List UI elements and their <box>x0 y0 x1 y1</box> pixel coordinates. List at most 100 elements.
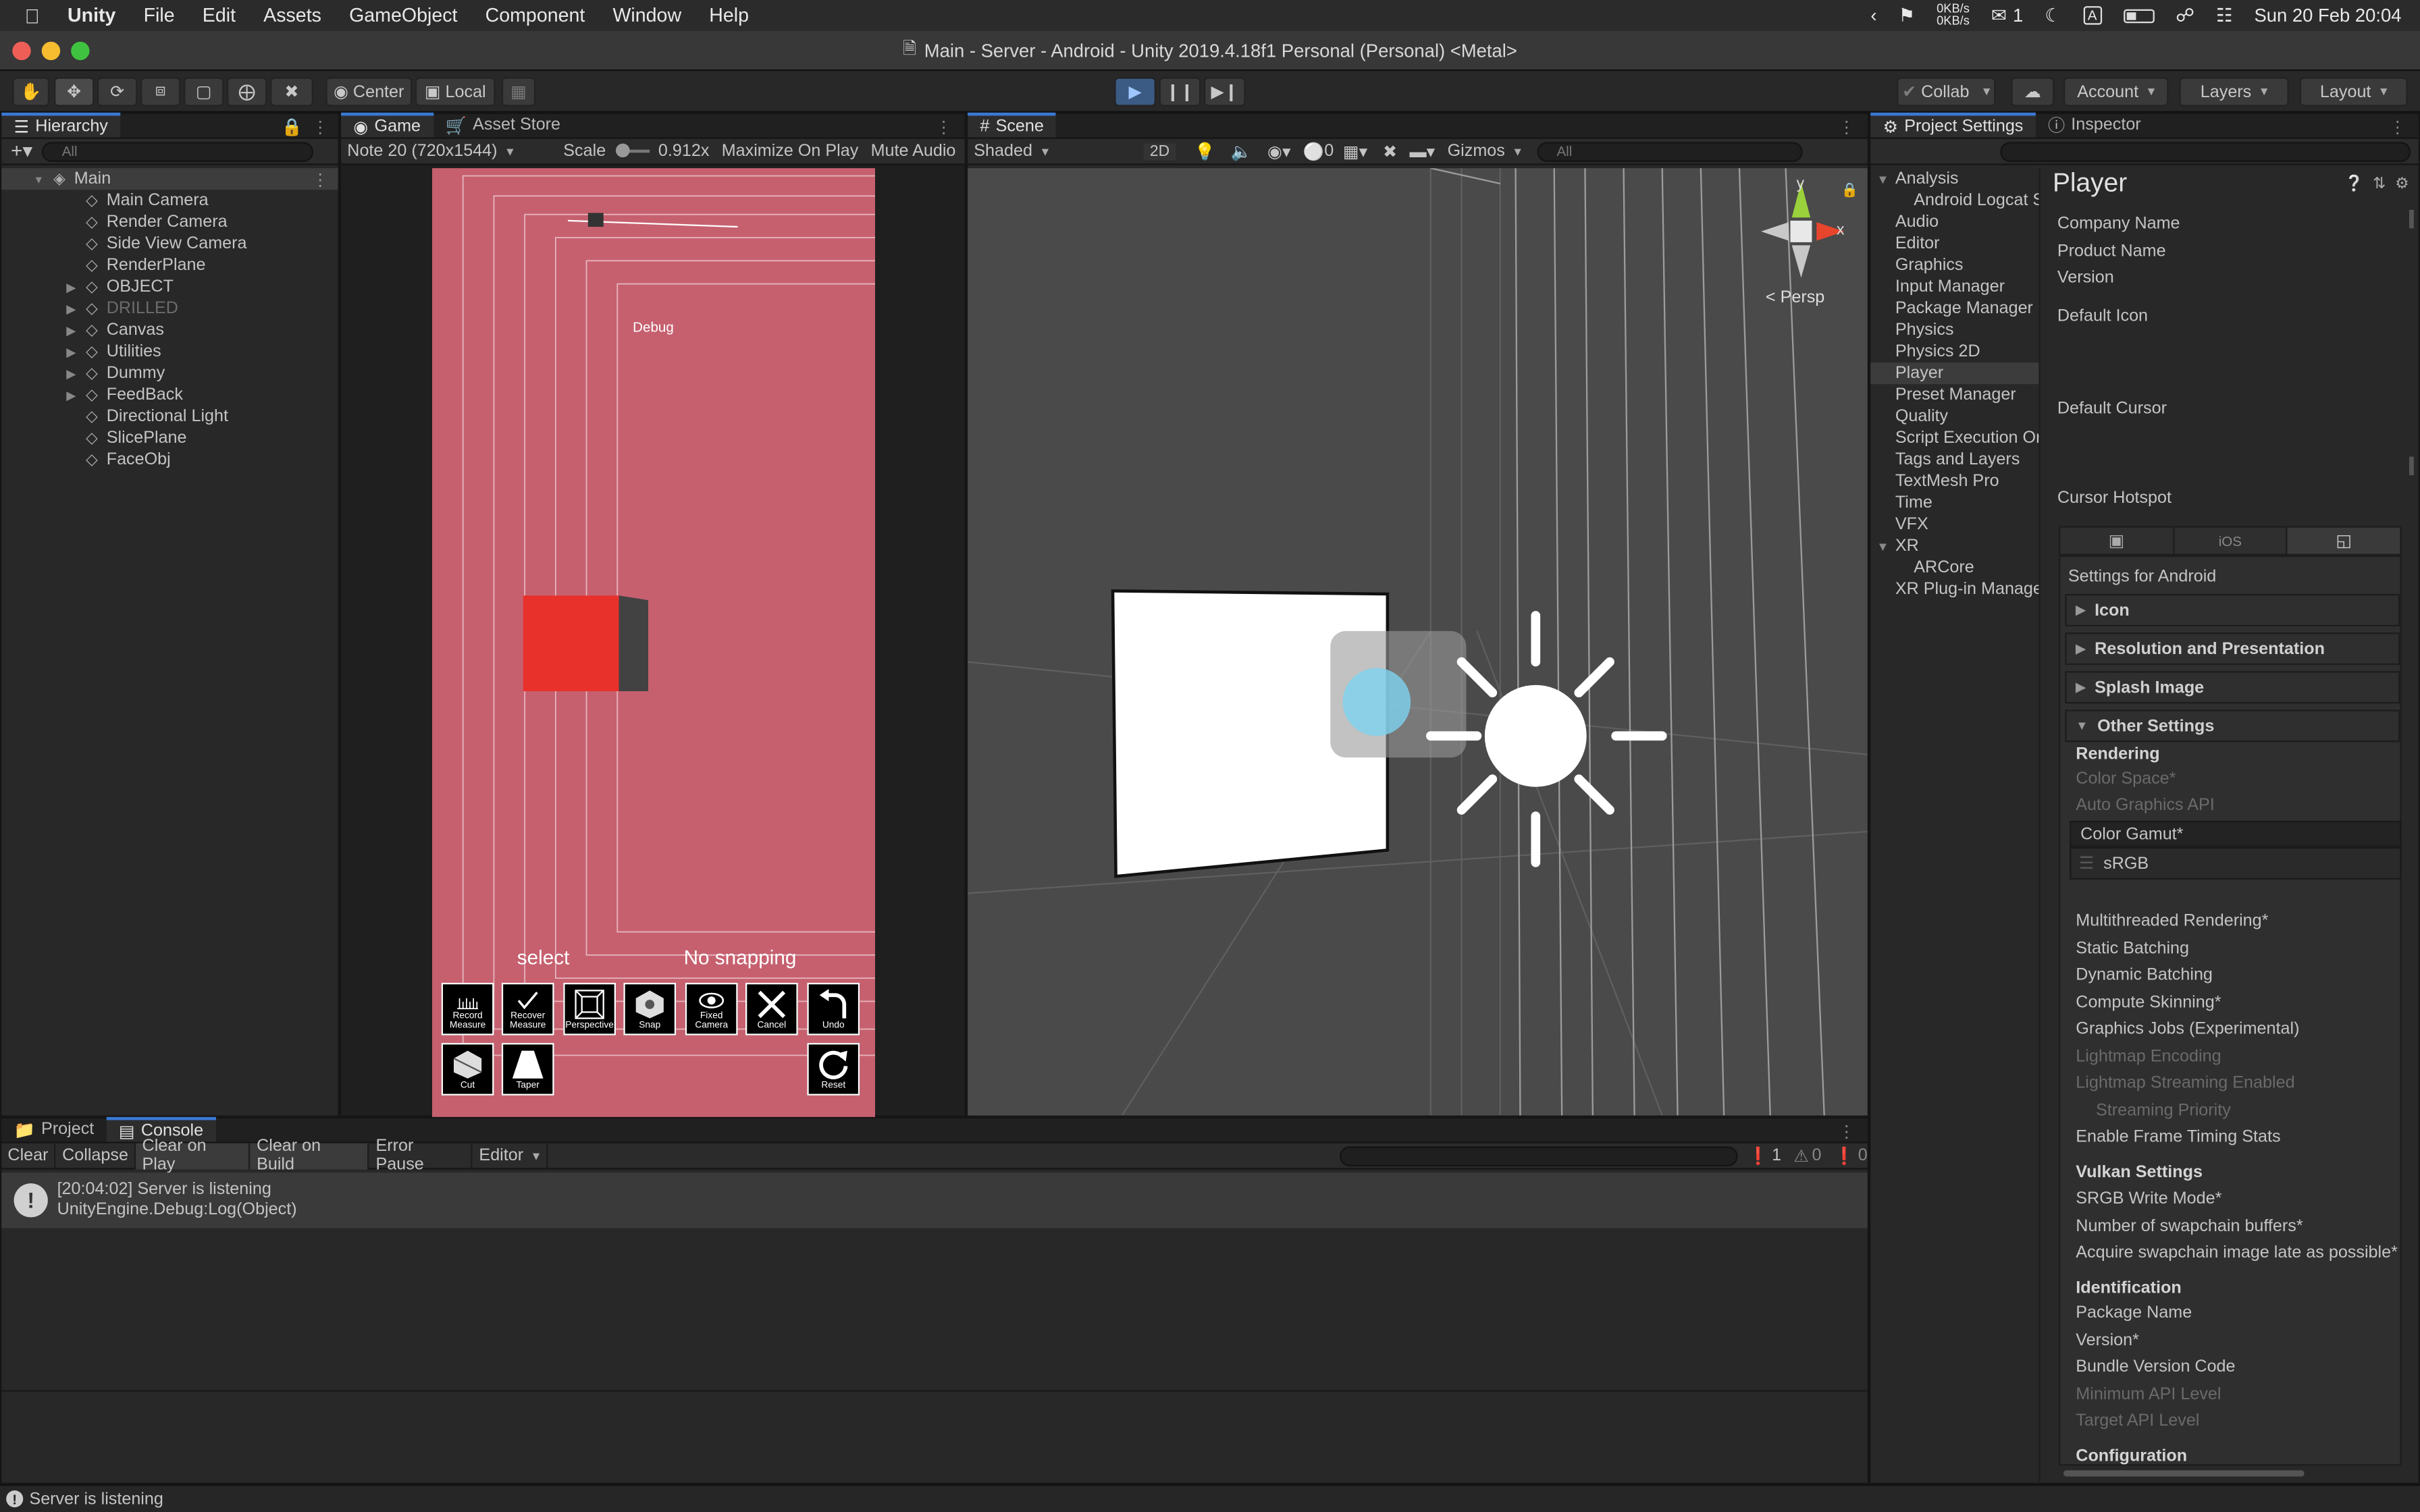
kebab-menu-icon[interactable]: ⋮ <box>1838 117 1855 137</box>
status-text[interactable]: Server is listening <box>29 1490 163 1508</box>
cloud-icon[interactable]: ☁ <box>2011 77 2055 107</box>
network-speed[interactable]: 0KB/s 0KB/s <box>1937 2 1970 28</box>
expand-arrow-icon[interactable]: ▶ <box>66 367 76 381</box>
step-button[interactable]: ▶❙ <box>1203 77 1246 107</box>
resolution-dropdown[interactable]: Note 20 (720x1544) <box>341 142 554 160</box>
settings-category-item[interactable]: Preset Manager <box>1870 384 2038 406</box>
menu-help[interactable]: Help <box>709 5 749 26</box>
inspector-scrollbar[interactable] <box>2406 209 2417 1463</box>
game-button-reset[interactable]: Reset <box>807 1043 860 1096</box>
effects-icon[interactable]: ◉▾ <box>1267 141 1291 161</box>
console-splitter[interactable] <box>1 1390 1868 1392</box>
error-count-toggle[interactable]: ❗ 0 <box>1834 1145 1868 1166</box>
console-entry[interactable]: ! [20:04:02] Server is listening UnityEn… <box>1 1172 1868 1228</box>
error-pause-toggle[interactable]: Error Pause <box>369 1137 473 1174</box>
platform-ios-tab[interactable]: iOS <box>2172 527 2288 554</box>
help-icon[interactable]: ❔ <box>2344 176 2363 193</box>
settings-category-item[interactable]: Editor <box>1870 233 2038 254</box>
custom-tool-icon[interactable]: ✖ <box>270 77 314 107</box>
settings-search-input[interactable] <box>2000 141 2411 161</box>
editor-dropdown[interactable]: Editor <box>473 1142 548 1169</box>
close-window-button[interactable] <box>12 41 31 61</box>
settings-category-item[interactable]: Physics <box>1870 319 2038 341</box>
settings-category-item[interactable]: Physics 2D <box>1870 341 2038 362</box>
add-plus-icon[interactable]: +▾ <box>11 139 32 164</box>
settings-category-item[interactable]: Time <box>1870 492 2038 514</box>
control-center-icon[interactable]: ☷ <box>2216 5 2233 26</box>
zoom-window-button[interactable] <box>71 41 90 61</box>
clear-on-play-toggle[interactable]: Clear on Play <box>136 1137 251 1174</box>
gizmos-dropdown[interactable]: Gizmos <box>1448 142 1521 160</box>
settings-category-item[interactable]: XR Plug-in Manage <box>1870 578 2039 600</box>
lighting-icon[interactable]: 💡 <box>1194 141 1215 161</box>
color-gamut-item[interactable]: ☰ sRGB <box>2070 846 2402 880</box>
platform-desktop-icon[interactable]: ▣ <box>2060 528 2172 554</box>
hierarchy-item[interactable]: ▶ ◇ FeedBack <box>1 384 338 406</box>
apple-icon[interactable]:  <box>25 4 40 27</box>
game-viewport[interactable]: Debug select No snapping Record Measure R… <box>432 168 875 1119</box>
hierarchy-item[interactable]: ◇ RenderPlane <box>1 254 338 276</box>
menu-app-name[interactable]: Unity <box>68 5 115 26</box>
lock-icon[interactable]: 🔒 <box>1841 182 1859 199</box>
tab-project-settings[interactable]: ⚙ Project Settings <box>1870 112 2036 138</box>
input-source-icon[interactable]: A <box>2082 6 2102 25</box>
platform-android-icon[interactable]: ◱ <box>2288 527 2400 554</box>
settings-category-item[interactable]: VFX <box>1870 514 2038 535</box>
game-button-cut[interactable]: Cut <box>441 1043 494 1096</box>
play-button[interactable]: ▶ <box>1114 77 1157 107</box>
game-button-cancel[interactable]: Cancel <box>745 983 798 1035</box>
hierarchy-search-input[interactable]: All <box>42 141 314 161</box>
lock-icon[interactable]: 🔒 <box>282 117 302 137</box>
scale-tool-icon[interactable]: ⧈ <box>140 77 181 107</box>
hidden-objects-icon[interactable]: ⚪ <box>1303 141 1324 161</box>
warning-count-toggle[interactable]: ⚠ 0 <box>1793 1145 1821 1166</box>
hierarchy-item[interactable]: ◇ Directional Light <box>1 406 338 427</box>
foldout-arrow-icon[interactable]: ▼ <box>1876 172 1889 186</box>
pause-button[interactable]: ❙❙ <box>1159 77 1201 107</box>
settings-category-item[interactable]: Tags and Layers <box>1870 449 2038 470</box>
grid-toggle-icon[interactable]: ▦▾ <box>1343 141 1367 161</box>
scene-search-input[interactable]: All <box>1536 141 1802 161</box>
menubar-datetime[interactable]: Sun 20 Feb 20:04 <box>2254 5 2401 26</box>
section-other-foldout[interactable]: ▼ Other Settings <box>2065 709 2400 742</box>
menu-gameobject[interactable]: GameObject <box>349 5 457 26</box>
game-button-record-measure[interactable]: Record Measure <box>441 983 494 1035</box>
hand-tool-icon[interactable]: ✋ <box>12 77 50 107</box>
camera-icon[interactable]: ▬▾ <box>1410 141 1436 161</box>
kebab-menu-icon[interactable]: ⋮ <box>2389 117 2406 137</box>
moon-icon[interactable]: ☾ <box>2045 5 2061 26</box>
scale-slider[interactable] <box>614 143 650 158</box>
mode-2d-toggle[interactable]: 2D <box>1143 142 1176 160</box>
grid-snap-icon[interactable]: ▦ <box>501 77 536 107</box>
menu-file[interactable]: File <box>144 5 175 26</box>
kebab-menu-icon[interactable]: ⋮ <box>1838 1122 1855 1141</box>
settings-category-item[interactable]: Graphics <box>1870 254 2038 276</box>
tab-asset-store[interactable]: 🛒 Asset Store <box>433 113 573 138</box>
settings-gear-icon[interactable]: ⚙ <box>2395 176 2409 193</box>
game-button-recover-measure[interactable]: Recover Measure <box>501 983 554 1035</box>
cat-icon[interactable]: ⚑ <box>1898 5 1915 26</box>
layout-dropdown[interactable]: Layout <box>2299 77 2408 107</box>
wechat-status[interactable]: ✉ 1 <box>1991 5 2023 26</box>
account-dropdown[interactable]: Account <box>2063 77 2169 107</box>
scene-viewport[interactable]: y x < Persp 🔒 <box>968 168 1868 1116</box>
expand-arrow-icon[interactable]: ▶ <box>66 302 76 316</box>
settings-category-item[interactable]: ARCore <box>1870 557 2038 578</box>
collab-dropdown[interactable]: ✔ Collab <box>1897 77 1996 107</box>
audio-icon[interactable]: 🔈 <box>1231 141 1252 161</box>
pivot-center-toggle[interactable]: ◉ Center <box>325 77 413 107</box>
pivot-space-toggle[interactable]: ▣ Local <box>415 77 496 107</box>
settings-category-item[interactable]: Audio <box>1870 211 2038 233</box>
hierarchy-item[interactable]: ▶ ◇ Canvas <box>1 319 338 341</box>
tools-icon[interactable]: ✖ <box>1383 141 1397 161</box>
move-tool-icon[interactable]: ✥ <box>54 77 95 107</box>
expand-arrow-icon[interactable]: ▶ <box>66 280 76 294</box>
hierarchy-item[interactable]: ◇ Main Camera <box>1 190 338 211</box>
hierarchy-item[interactable]: ◇ SlicePlane <box>1 427 338 449</box>
game-button-snap[interactable]: Snap <box>623 983 677 1035</box>
settings-category-item[interactable]: Player <box>1870 362 2039 385</box>
settings-category-item[interactable]: Package Manager <box>1870 298 2038 319</box>
preset-icon[interactable]: ⇅ <box>2373 176 2386 193</box>
hierarchy-item[interactable]: ◇ Render Camera <box>1 211 338 233</box>
screen-mirror-icon[interactable]: ☍ <box>2176 5 2194 26</box>
